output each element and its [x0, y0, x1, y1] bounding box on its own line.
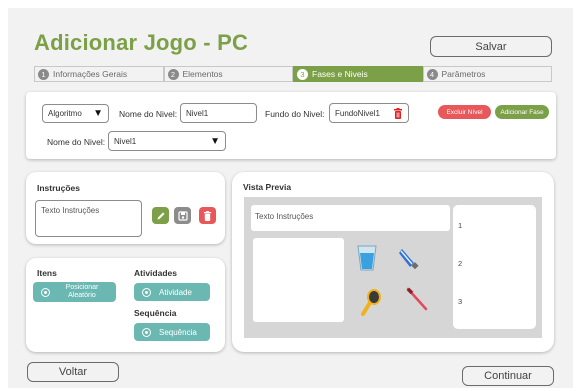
sequence-button[interactable]: Sequência	[134, 323, 210, 341]
sequence-number: 2	[458, 259, 463, 268]
level-name-label: Nome do Nivel:	[119, 109, 178, 119]
level-name-input[interactable]: Nivel1	[180, 103, 257, 123]
preview-title: Vista Previa	[243, 182, 292, 192]
preview-sequence-list	[453, 205, 536, 329]
items-title: Itens	[37, 268, 57, 278]
background-label: Fundo do Nivel:	[265, 109, 325, 119]
sequence-label: Sequência	[159, 327, 197, 337]
caret-down-icon: ▼	[93, 108, 103, 119]
instructions-title: Instruções	[37, 183, 80, 193]
instructions-textarea[interactable]: Texto Instruções	[35, 200, 142, 237]
trash-icon	[203, 210, 212, 221]
level-config-card	[26, 92, 556, 159]
step-number: 4	[426, 68, 438, 80]
step-label: Elementos	[182, 69, 223, 79]
toothbrush-icon	[406, 287, 428, 311]
step-label: Informações Gerais	[53, 69, 128, 79]
sequence-number: 3	[458, 297, 463, 306]
step-general-info[interactable]: 1 Informações Gerais	[34, 66, 164, 82]
page-title: Adicionar Jogo - PC	[34, 30, 249, 55]
step-number: 1	[38, 68, 49, 80]
random-position-button[interactable]: Posicionar Aleatório	[33, 282, 116, 302]
sequence-number: 1	[458, 221, 463, 230]
pencil-icon	[157, 212, 164, 219]
activities-title: Atividades	[134, 268, 177, 278]
step-elements[interactable]: 2 Elementos	[163, 66, 293, 82]
step-phases-levels[interactable]: 3 Fases e Niveis	[293, 66, 423, 82]
back-button[interactable]: Voltar	[27, 362, 119, 382]
activity-label: Atividade	[159, 287, 192, 297]
save-button[interactable]: Salvar	[430, 36, 552, 57]
algorithm-select[interactable]: Algoritmo ▼	[42, 104, 109, 123]
preview-image-slot	[253, 238, 344, 322]
delete-instructions-button[interactable]	[199, 207, 216, 224]
level-name-select-value: Nivel1	[114, 136, 137, 146]
edit-button[interactable]	[152, 207, 169, 224]
glass-of-water-icon	[357, 245, 377, 271]
level-name-select-label: Nome do Nivel:	[47, 137, 106, 147]
algorithm-select-value: Algoritmo	[48, 109, 82, 118]
hairbrush-icon	[361, 289, 381, 316]
radio-icon	[142, 287, 151, 297]
continue-button[interactable]: Continuar	[462, 366, 554, 386]
background-input[interactable]: FundoNivel1	[329, 103, 409, 123]
instructions-placeholder: Texto Instruções	[41, 206, 100, 215]
step-number: 3	[297, 68, 308, 80]
delete-level-button[interactable]: Excluir Nível	[438, 105, 491, 119]
toothpaste-icon	[399, 249, 419, 270]
floppy-disk-icon	[177, 210, 188, 221]
caret-down-icon: ▼	[210, 135, 220, 147]
step-number: 2	[167, 68, 179, 80]
activity-button[interactable]: Atividade	[134, 283, 210, 301]
preview-instructions-box: Texto Instruções	[251, 205, 450, 231]
step-label: Parâmetros	[441, 69, 486, 79]
sequence-title: Sequência	[134, 308, 177, 318]
add-phase-button[interactable]: Adicionar Fase	[495, 105, 549, 119]
stepper: 1 Informações Gerais 2 Elementos 3 Fases…	[34, 66, 552, 82]
radio-icon	[142, 327, 151, 337]
random-position-label: Posicionar Aleatório	[65, 284, 99, 299]
level-name-select[interactable]: Nivel1 ▼	[108, 131, 226, 151]
background-value: FundoNivel1	[335, 108, 380, 118]
radio-icon	[41, 287, 50, 297]
step-parameters[interactable]: 4 Parâmetros	[422, 66, 552, 82]
step-label: Fases e Niveis	[312, 69, 368, 79]
trash-icon[interactable]	[393, 107, 403, 119]
preview-instructions-text: Texto Instruções	[255, 212, 314, 221]
save-instructions-button[interactable]	[174, 207, 191, 224]
